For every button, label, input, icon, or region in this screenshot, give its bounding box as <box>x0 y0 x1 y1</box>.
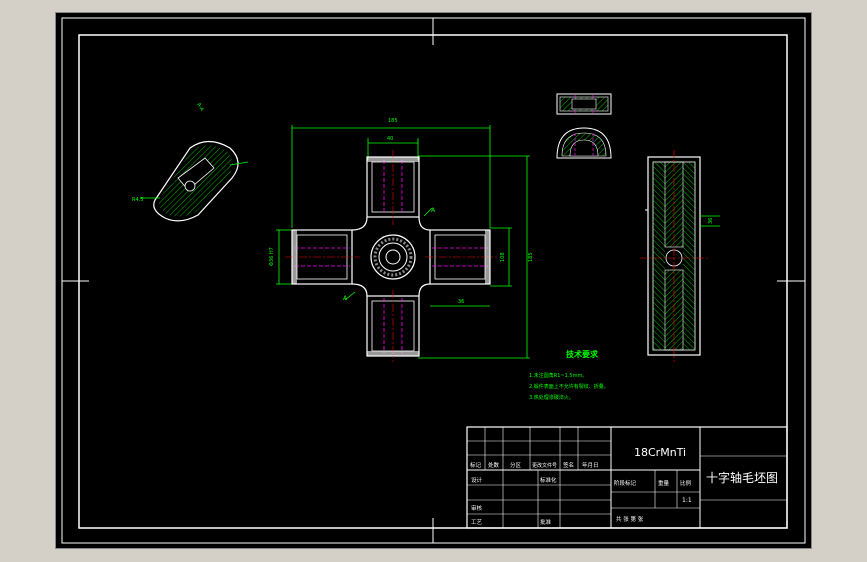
dim-height: 185 <box>528 252 534 262</box>
drawing-material: 18CrMnTi <box>634 446 686 459</box>
tb-scale-label: 比例 <box>680 479 692 487</box>
tb-designer: 设计 <box>471 476 483 484</box>
tb-mark: 标记 <box>470 461 482 469</box>
tb-checker: 审核 <box>471 504 483 512</box>
tb-sign: 签名 <box>563 461 574 469</box>
cad-drawing: 185 40 185 108 Φ36 H7 36 A A A-A R4.5 36… <box>61 17 806 544</box>
tb-standardization: 标准化 <box>540 476 557 484</box>
detail-section-view <box>140 140 249 222</box>
tb-stage-marks: 阶段标记 <box>614 479 637 487</box>
tb-date: 年月日 <box>582 461 599 469</box>
side-section-view <box>640 150 720 362</box>
tb-zone: 分区 <box>510 461 522 469</box>
tech-req-heading: 技术要求 <box>566 349 599 359</box>
tech-req-item-3: 3.热处理渗碳淬火。 <box>529 394 574 401</box>
tb-scale-value: 1:1 <box>682 497 692 504</box>
dim-inner-height: 108 <box>500 252 506 262</box>
tb-sheet-info: 共 张 第 张 <box>616 515 644 523</box>
tb-change-doc: 更改文件号 <box>532 462 557 469</box>
tech-req-item-1: 1.未注圆角R1~1.5mm。 <box>529 372 587 379</box>
dim-section-label: A <box>431 207 436 214</box>
top-small-view <box>556 93 612 159</box>
dim-arm-len: 36 <box>458 299 464 305</box>
cross-main-view <box>276 125 530 362</box>
tb-count: 处数 <box>488 461 500 469</box>
dim-left: Φ36 H7 <box>269 247 275 266</box>
tb-process: 工艺 <box>471 519 483 526</box>
detail-dim: R4.5 <box>132 197 143 203</box>
tb-approve: 批准 <box>540 518 552 526</box>
detail-label: A-A <box>195 102 205 113</box>
drawing-title: 十字轴毛坯图 <box>706 470 778 485</box>
dim-arm-width: 40 <box>387 136 393 142</box>
dim-right: 36 <box>708 218 714 224</box>
tech-req-item-2: 2.锻件表面上不允许有裂纹、折叠。 <box>529 383 609 390</box>
dim-overall-width: 185 <box>388 118 398 124</box>
tb-weight: 重量 <box>658 479 670 487</box>
